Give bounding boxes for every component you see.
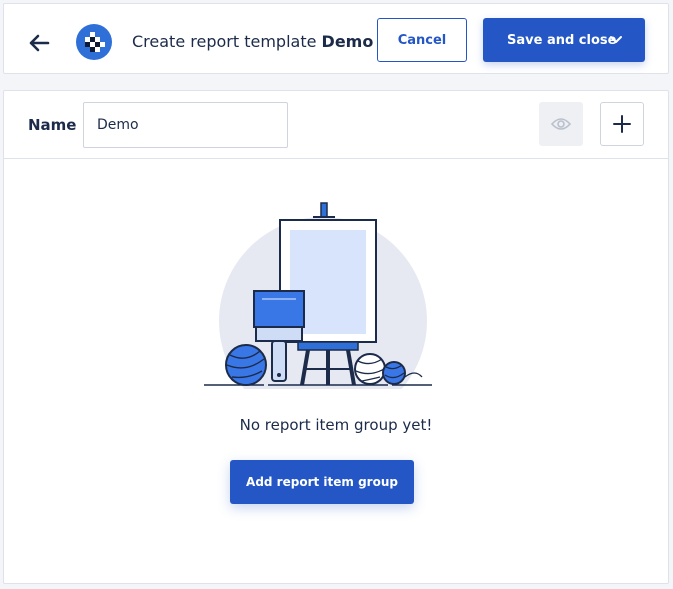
- add-button[interactable]: [600, 102, 644, 146]
- checkered-logo-icon: [75, 23, 113, 61]
- template-editor-panel: Name Demo No report item group yet! Add …: [3, 90, 669, 584]
- page-title: Create report template Demo: [132, 32, 373, 51]
- add-report-item-group-label: Add report item group: [246, 475, 398, 489]
- easel-paintbrush-yarn-illustration: [204, 202, 440, 389]
- cancel-button-label: Cancel: [397, 32, 447, 48]
- eye-icon: [551, 118, 571, 130]
- save-button-label: Save and close: [507, 32, 617, 48]
- chevron-down-icon[interactable]: [609, 33, 623, 47]
- empty-state-message: No report item group yet!: [239, 416, 433, 434]
- back-button[interactable]: [26, 30, 52, 56]
- name-input[interactable]: [83, 102, 288, 148]
- cancel-button[interactable]: Cancel: [377, 18, 467, 62]
- top-header: Create report template Demo Cancel Save …: [3, 3, 669, 74]
- page-title-prefix: Create report template: [132, 32, 317, 51]
- add-report-item-group-button[interactable]: Add report item group: [230, 460, 414, 504]
- preview-button[interactable]: [539, 102, 583, 146]
- save-and-close-button[interactable]: Save and close: [483, 18, 645, 62]
- name-label: Name: [28, 116, 77, 134]
- name-row: Name: [4, 91, 668, 159]
- page-title-name: Demo: [321, 32, 374, 51]
- arrow-left-icon: [29, 34, 50, 52]
- plus-icon: [613, 115, 631, 133]
